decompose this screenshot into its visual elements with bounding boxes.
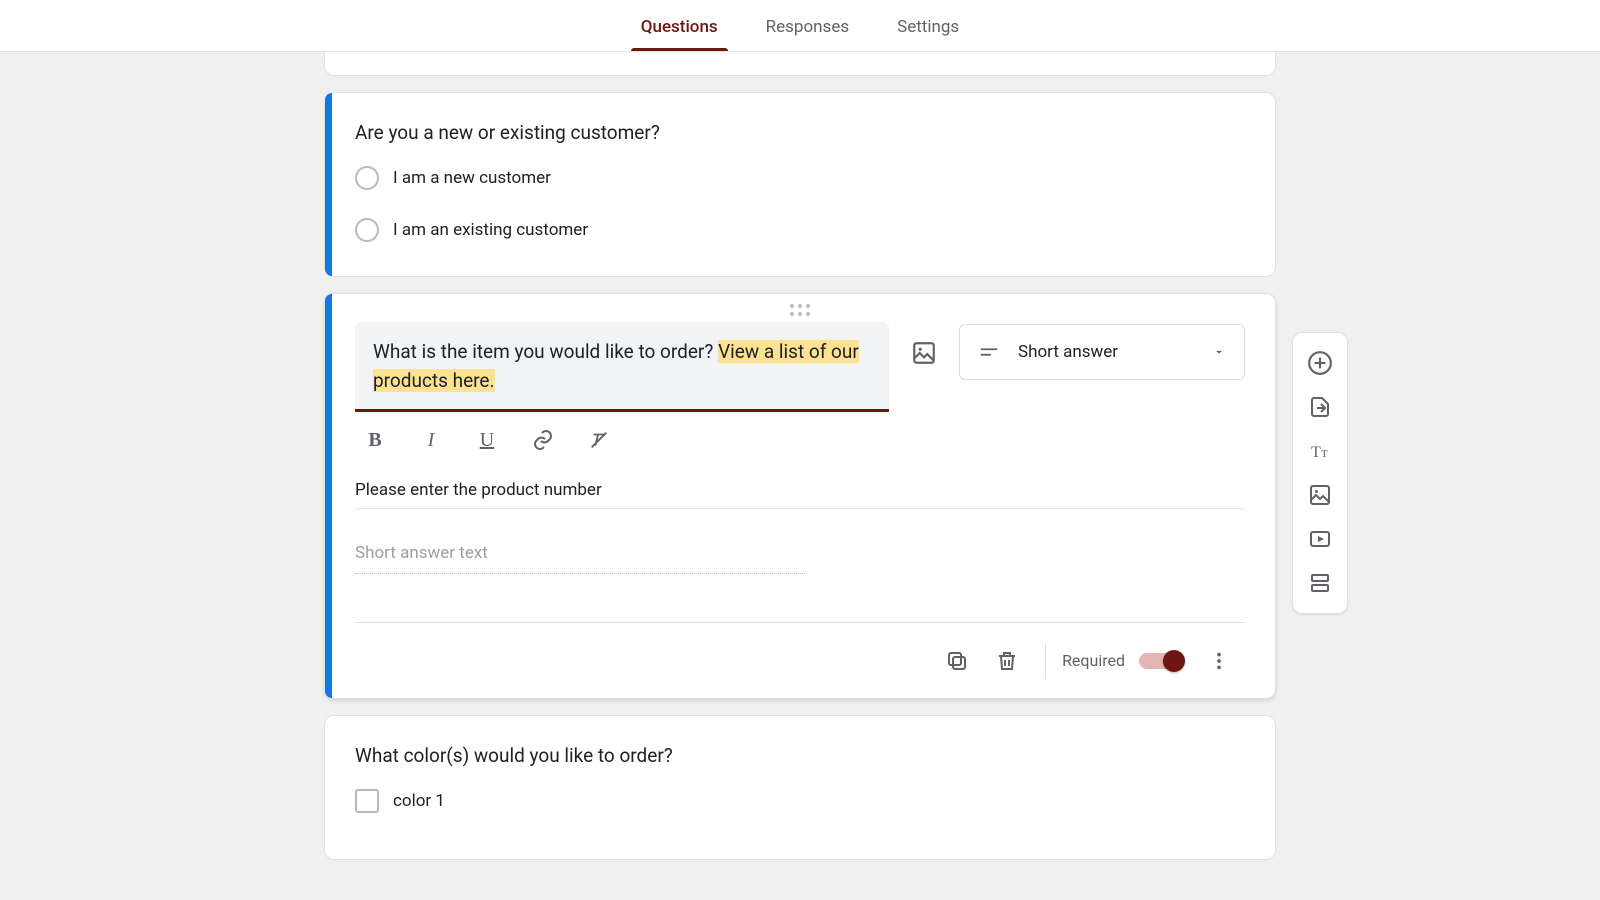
clear-formatting-button[interactable] — [585, 426, 613, 454]
clear-format-icon — [588, 429, 610, 451]
bold-button[interactable]: B — [361, 426, 389, 454]
add-video-button[interactable] — [1298, 517, 1342, 561]
caret-down-icon — [1212, 345, 1226, 359]
option-label: I am a new customer — [393, 168, 551, 188]
image-icon — [1308, 483, 1332, 507]
question-title: What color(s) would you like to order? — [355, 744, 1245, 767]
radio-icon — [355, 218, 379, 242]
floating-toolbar: TT — [1292, 332, 1348, 614]
question-title: Are you a new or existing customer? — [355, 121, 1245, 144]
selection-indicator — [325, 294, 332, 698]
question-card-editing[interactable]: What is the item you would like to order… — [324, 293, 1276, 699]
more-vert-icon — [1208, 650, 1230, 672]
question-description-input[interactable]: Please enter the product number — [355, 474, 1245, 509]
option-label: I am an existing customer — [393, 220, 588, 240]
delete-button[interactable] — [985, 639, 1029, 683]
required-label: Required — [1062, 651, 1125, 670]
section-icon — [1308, 571, 1332, 595]
radio-option[interactable]: I am a new customer — [355, 166, 1245, 190]
import-icon — [1308, 395, 1332, 419]
duplicate-icon — [945, 649, 969, 673]
svg-text:T: T — [1311, 444, 1321, 461]
svg-text:T: T — [1321, 448, 1328, 460]
required-toggle[interactable] — [1139, 653, 1183, 669]
video-icon — [1308, 527, 1332, 551]
question-footer: Required — [355, 622, 1245, 698]
title-icon: TT — [1308, 439, 1332, 463]
checkbox-icon — [355, 789, 379, 813]
tab-responses[interactable]: Responses — [742, 17, 873, 51]
add-title-button[interactable]: TT — [1298, 429, 1342, 473]
import-questions-button[interactable] — [1298, 385, 1342, 429]
checkbox-option[interactable]: color 1 — [355, 789, 1245, 813]
question-title-text: What is the item you would like to order… — [373, 340, 718, 363]
text-format-toolbar: B I U — [355, 412, 1245, 464]
tab-questions[interactable]: Questions — [617, 17, 742, 51]
short-answer-icon — [978, 341, 1000, 363]
add-question-button[interactable] — [1298, 341, 1342, 385]
add-image-button[interactable] — [911, 340, 937, 366]
radio-icon — [355, 166, 379, 190]
form-canvas: Are you a new or existing customer? I am… — [0, 52, 1600, 900]
trash-icon — [995, 649, 1019, 673]
duplicate-button[interactable] — [935, 639, 979, 683]
option-label: color 1 — [393, 791, 445, 811]
tab-settings[interactable]: Settings — [873, 17, 983, 51]
underline-button[interactable]: U — [473, 426, 501, 454]
question-type-label: Short answer — [1018, 342, 1194, 362]
italic-button[interactable]: I — [417, 426, 445, 454]
short-answer-preview: Short answer text — [355, 543, 805, 574]
question-card-customer-type[interactable]: Are you a new or existing customer? I am… — [324, 92, 1276, 277]
toggle-knob — [1163, 650, 1185, 672]
link-icon — [531, 428, 555, 452]
form-tabs: Questions Responses Settings — [0, 0, 1600, 52]
question-title-input[interactable]: What is the item you would like to order… — [355, 322, 889, 412]
previous-card-edge — [324, 52, 1276, 76]
radio-option[interactable]: I am an existing customer — [355, 218, 1245, 242]
drag-handle-icon[interactable] — [790, 304, 810, 316]
divider — [1045, 643, 1046, 679]
more-options-button[interactable] — [1197, 639, 1241, 683]
image-icon — [911, 340, 937, 366]
selection-indicator — [325, 93, 332, 276]
question-card-colors[interactable]: What color(s) would you like to order? c… — [324, 715, 1276, 860]
insert-link-button[interactable] — [529, 426, 557, 454]
add-section-button[interactable] — [1298, 561, 1342, 605]
add-image-button[interactable] — [1298, 473, 1342, 517]
question-type-select[interactable]: Short answer — [959, 324, 1245, 380]
plus-circle-icon — [1307, 350, 1333, 376]
